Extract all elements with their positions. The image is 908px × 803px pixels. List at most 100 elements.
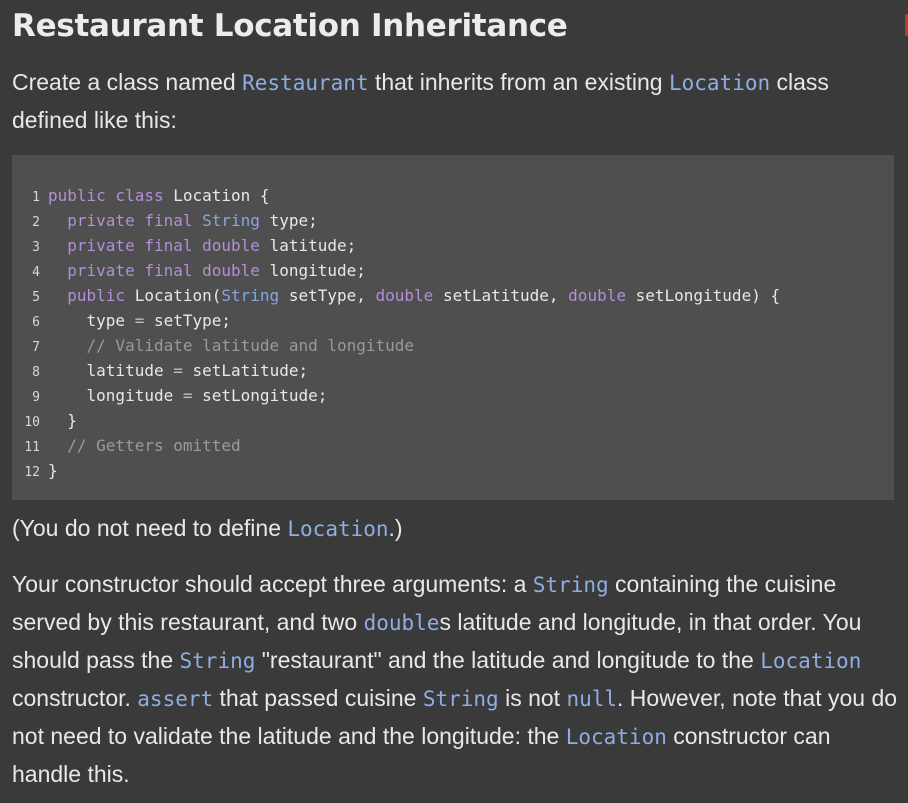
intro-text-2: that inherits from an existing: [368, 69, 669, 95]
line-number: 2: [32, 215, 40, 230]
line-number: 10: [24, 415, 40, 430]
note-text-1: (You do not need to define: [12, 515, 288, 541]
inline-code-location: Location: [760, 649, 862, 673]
code-token: setLatitude,: [433, 286, 569, 305]
instr-text-4: "restaurant" and the latitude and longit…: [255, 647, 761, 673]
intro-text-1: Create a class named: [12, 69, 243, 95]
code-line: 5 public Location(String setType, double…: [12, 283, 780, 308]
code-line: 8 latitude = setLatitude;: [12, 358, 780, 383]
code-token: type;: [259, 211, 318, 230]
line-number: 11: [24, 440, 40, 455]
note-paragraph: (You do not need to define Location.): [12, 510, 904, 548]
code-line-text: public Location(String setType, double s…: [48, 286, 780, 305]
instr-text-5: constructor.: [12, 685, 138, 711]
line-number: 1: [32, 190, 40, 205]
code-token: latitude: [48, 361, 174, 380]
keyword-token: public class: [48, 186, 164, 205]
instr-text-1: Your constructor should accept three arg…: [12, 571, 533, 597]
code-line: 11 // Getters omitted: [12, 433, 780, 458]
line-number: 12: [24, 465, 40, 480]
inline-code-restaurant: Restaurant: [242, 71, 369, 95]
keyword-token: double: [568, 286, 626, 305]
code-line-text: longitude = setLongitude;: [48, 386, 328, 405]
line-number: 4: [32, 265, 40, 280]
instructions-paragraph: Your constructor should accept three arg…: [12, 566, 904, 793]
inline-code-location: Location: [668, 71, 771, 95]
code-token: setType,: [279, 286, 376, 305]
inline-code-string: String: [179, 649, 256, 673]
code-line: 10 }: [12, 408, 780, 433]
inline-code-location: Location: [565, 725, 667, 749]
line-number: 8: [32, 365, 40, 380]
line-number: 7: [32, 340, 40, 355]
operator-token: =: [173, 361, 183, 380]
code-line: 9 longitude = setLongitude;: [12, 383, 780, 408]
type-token: String: [202, 211, 260, 230]
code-token: }: [48, 461, 58, 480]
keyword-token: public: [67, 286, 126, 305]
line-number: 5: [32, 290, 40, 305]
line-number: 6: [32, 315, 40, 330]
inline-code-null: null: [566, 687, 618, 711]
inline-code-string: String: [422, 687, 499, 711]
keyword-token: private final: [67, 261, 193, 280]
code-line-text: public class Location {: [48, 186, 270, 205]
code-token: type: [48, 311, 135, 330]
page-title: Restaurant Location Inheritance: [12, 8, 568, 44]
code-line-text: type = setType;: [48, 311, 232, 330]
code-line-text: private final String type;: [48, 211, 318, 230]
code-token: Location(: [125, 286, 222, 305]
code-line-text: // Validate latitude and longitude: [48, 336, 415, 355]
line-number: 3: [32, 240, 40, 255]
instr-text-7: is not: [498, 685, 567, 711]
code-line: 6 type = setType;: [12, 308, 780, 333]
type-token: String: [221, 286, 280, 305]
code-token: longitude: [48, 386, 183, 405]
code-line: 12}: [12, 458, 780, 483]
code-line-text: latitude = setLatitude;: [48, 361, 309, 380]
code-token: Location {: [163, 186, 270, 205]
comment-token: // Validate latitude and longitude: [86, 336, 415, 355]
code-line: 7 // Validate latitude and longitude: [12, 333, 780, 358]
code-line-text: }: [48, 461, 58, 480]
keyword-token: private final: [67, 211, 193, 230]
keyword-token: double: [202, 236, 260, 255]
keyword-token: private final: [67, 236, 193, 255]
code-token: setType;: [144, 311, 232, 330]
keyword-token: double: [375, 286, 434, 305]
code-line-text: private final double latitude;: [48, 236, 356, 255]
code-line: 3 private final double latitude;: [12, 233, 780, 258]
comment-token: // Getters omitted: [67, 436, 241, 455]
code-block: 1 public class Location { 2 private final…: [12, 155, 894, 500]
code-token: latitude;: [259, 236, 357, 255]
code-lines: 1 public class Location { 2 private final…: [12, 183, 780, 483]
inline-code-location: Location: [287, 517, 389, 541]
code-token: }: [48, 411, 77, 430]
code-token: setLatitude;: [182, 361, 309, 380]
code-line-text: }: [48, 411, 77, 430]
inline-code-assert: assert: [137, 687, 214, 711]
intro-paragraph: Create a class named Restaurant that inh…: [12, 64, 904, 139]
code-token: setLongitude;: [192, 386, 328, 405]
code-line: 1 public class Location {: [12, 183, 780, 208]
instr-text-6: that passed cuisine: [213, 685, 423, 711]
code-token: setLongitude) {: [625, 286, 781, 305]
code-line: 4 private final double longitude;: [12, 258, 780, 283]
code-line-text: private final double longitude;: [48, 261, 366, 280]
note-text-2: .): [388, 515, 403, 541]
inline-code-string: String: [532, 573, 609, 597]
code-line-text: // Getters omitted: [48, 436, 241, 455]
code-token: longitude;: [259, 261, 366, 280]
inline-code-double: double: [363, 611, 440, 635]
keyword-token: double: [202, 261, 260, 280]
operator-token: =: [134, 311, 145, 330]
line-number: 9: [32, 390, 40, 405]
